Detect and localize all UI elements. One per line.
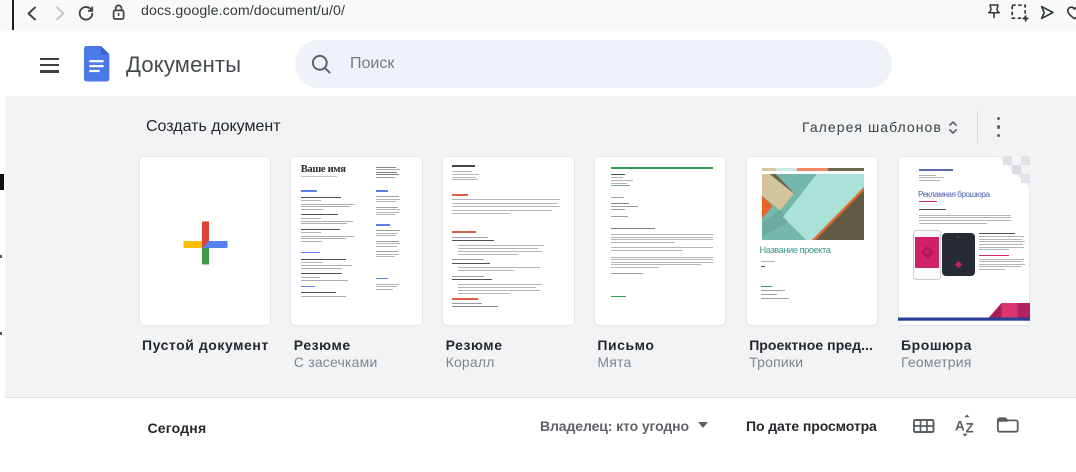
svg-text:Z: Z <box>966 421 974 436</box>
svg-text:A: A <box>955 419 965 434</box>
